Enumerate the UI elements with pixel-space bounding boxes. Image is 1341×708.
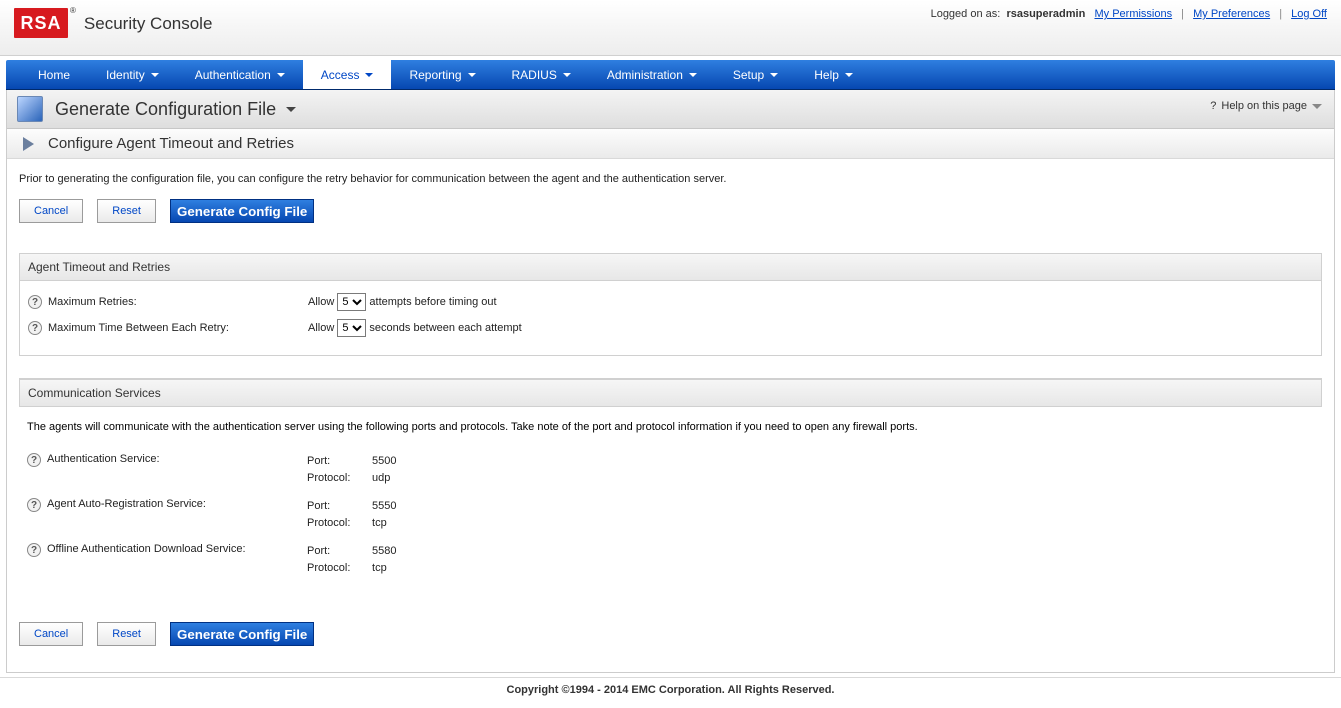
nav-item-label: Setup bbox=[733, 68, 764, 82]
page-subtitle-bar: Configure Agent Timeout and Retries bbox=[7, 129, 1334, 159]
max-time-label: Maximum Time Between Each Retry: bbox=[48, 322, 308, 334]
cancel-button[interactable]: Cancel bbox=[19, 199, 83, 223]
nav-item-label: RADIUS bbox=[512, 68, 557, 82]
max-retries-select[interactable]: 5 bbox=[337, 293, 366, 311]
page-content: Prior to generating the configuration fi… bbox=[7, 159, 1334, 646]
intro-text: Prior to generating the configuration fi… bbox=[19, 173, 1322, 185]
service-row: ? Authentication Service:Port: 5500Protoc… bbox=[27, 447, 1314, 492]
nav-item-help[interactable]: Help bbox=[796, 60, 871, 89]
nav-item-label: Administration bbox=[607, 68, 683, 82]
chevron-down-icon bbox=[365, 73, 373, 77]
prefix-text: Allow bbox=[308, 322, 334, 334]
footer-copyright: Copyright ©1994 - 2014 EMC Corporation. … bbox=[0, 677, 1341, 708]
logo-badge: RSA bbox=[14, 8, 68, 38]
chevron-down-icon bbox=[770, 73, 778, 77]
suffix-text: seconds between each attempt bbox=[369, 322, 521, 334]
max-time-select[interactable]: 5 bbox=[337, 319, 366, 337]
agent-timeout-heading: Agent Timeout and Retries bbox=[20, 254, 1321, 281]
chevron-down-icon bbox=[151, 73, 159, 77]
nav-item-label: Identity bbox=[106, 68, 145, 82]
nav-item-label: Home bbox=[38, 68, 70, 82]
arrow-right-icon bbox=[23, 137, 34, 151]
page-subtitle: Configure Agent Timeout and Retries bbox=[48, 135, 294, 152]
service-label: Offline Authentication Download Service: bbox=[47, 543, 307, 555]
nav-item-identity[interactable]: Identity bbox=[88, 60, 177, 89]
suffix-text: attempts before timing out bbox=[369, 296, 496, 308]
button-row-top: Cancel Reset Generate Config File bbox=[19, 199, 1322, 223]
max-time-value: Allow 5 seconds between each attempt bbox=[308, 319, 522, 337]
link-my-preferences[interactable]: My Preferences bbox=[1193, 8, 1270, 20]
main-panel: Generate Configuration File ? Help on th… bbox=[6, 90, 1335, 673]
nav-item-label: Help bbox=[814, 68, 839, 82]
agent-timeout-section: Agent Timeout and Retries ? Maximum Retr… bbox=[19, 253, 1322, 356]
service-label: Agent Auto-Registration Service: bbox=[47, 498, 307, 510]
nav-item-label: Access bbox=[321, 68, 360, 82]
registered-mark: ® bbox=[70, 6, 76, 15]
link-log-off[interactable]: Log Off bbox=[1291, 8, 1327, 20]
nav-item-home[interactable]: Home bbox=[20, 60, 88, 89]
communication-intro: The agents will communicate with the aut… bbox=[27, 421, 1314, 433]
nav-item-administration[interactable]: Administration bbox=[589, 60, 715, 89]
page-title-bar: Generate Configuration File ? Help on th… bbox=[7, 90, 1334, 129]
service-value: Port: 5550Protocol: tcp bbox=[307, 498, 397, 531]
page-title[interactable]: Generate Configuration File bbox=[55, 99, 296, 120]
service-label: Authentication Service: bbox=[47, 453, 307, 465]
nav-item-label: Authentication bbox=[195, 68, 271, 82]
chevron-down-icon bbox=[286, 107, 296, 112]
reset-button[interactable]: Reset bbox=[97, 199, 156, 223]
nav-item-radius[interactable]: RADIUS bbox=[494, 60, 589, 89]
service-row: ? Agent Auto-Registration Service:Port: 5… bbox=[27, 492, 1314, 537]
max-retries-label: Maximum Retries: bbox=[48, 296, 308, 308]
cancel-button[interactable]: Cancel bbox=[19, 622, 83, 646]
chevron-down-icon bbox=[468, 73, 476, 77]
chevron-down-icon bbox=[1312, 104, 1322, 109]
logged-on-username: rsasuperadmin bbox=[1006, 8, 1085, 20]
communication-services-body: The agents will communicate with the aut… bbox=[19, 407, 1322, 596]
product-title: Security Console bbox=[84, 14, 213, 34]
communication-services-heading: Communication Services bbox=[19, 379, 1322, 407]
help-icon[interactable]: ? bbox=[28, 295, 42, 309]
service-value: Port: 5500Protocol: udp bbox=[307, 453, 397, 486]
max-retries-value: Allow 5 attempts before timing out bbox=[308, 293, 497, 311]
help-icon[interactable]: ? bbox=[27, 543, 41, 557]
chevron-down-icon bbox=[277, 73, 285, 77]
separator: | bbox=[1279, 8, 1282, 20]
help-icon[interactable]: ? bbox=[28, 321, 42, 335]
help-icon[interactable]: ? bbox=[27, 498, 41, 512]
service-value: Port: 5580Protocol: tcp bbox=[307, 543, 397, 576]
separator: | bbox=[1181, 8, 1184, 20]
page-title-text: Generate Configuration File bbox=[55, 99, 276, 120]
server-icon bbox=[17, 96, 43, 122]
chevron-down-icon bbox=[563, 73, 571, 77]
logged-on-prefix: Logged on as: bbox=[931, 8, 1001, 20]
nav-item-setup[interactable]: Setup bbox=[715, 60, 796, 89]
reset-button[interactable]: Reset bbox=[97, 622, 156, 646]
chevron-down-icon bbox=[845, 73, 853, 77]
main-nav: Home Identity Authentication Access Reportin… bbox=[6, 60, 1335, 90]
generate-config-file-button[interactable]: Generate Config File bbox=[170, 199, 314, 223]
generate-config-file-button[interactable]: Generate Config File bbox=[170, 622, 314, 646]
max-time-row: ? Maximum Time Between Each Retry: Allow… bbox=[28, 315, 1313, 341]
button-row-bottom: Cancel Reset Generate Config File bbox=[19, 622, 1322, 646]
nav-item-reporting[interactable]: Reporting bbox=[391, 60, 493, 89]
app-logo: RSA ® Security Console bbox=[14, 8, 212, 38]
max-retries-row: ? Maximum Retries: Allow 5 attempts befo… bbox=[28, 289, 1313, 315]
help-icon: ? bbox=[1210, 100, 1216, 112]
help-text: Help on this page bbox=[1221, 100, 1307, 112]
help-icon[interactable]: ? bbox=[27, 453, 41, 467]
nav-item-authentication[interactable]: Authentication bbox=[177, 60, 303, 89]
service-row: ? Offline Authentication Download Service… bbox=[27, 537, 1314, 582]
header-user-area: Logged on as: rsasuperadmin My Permissio… bbox=[931, 8, 1327, 20]
nav-item-label: Reporting bbox=[409, 68, 461, 82]
link-my-permissions[interactable]: My Permissions bbox=[1094, 8, 1172, 20]
help-on-this-page[interactable]: ? Help on this page bbox=[1210, 100, 1322, 112]
nav-item-access[interactable]: Access bbox=[303, 60, 392, 89]
agent-timeout-body: ? Maximum Retries: Allow 5 attempts befo… bbox=[20, 281, 1321, 355]
prefix-text: Allow bbox=[308, 296, 334, 308]
chevron-down-icon bbox=[689, 73, 697, 77]
app-header: RSA ® Security Console Logged on as: rsa… bbox=[0, 0, 1341, 56]
communication-services-section: Communication Services The agents will c… bbox=[19, 378, 1322, 596]
